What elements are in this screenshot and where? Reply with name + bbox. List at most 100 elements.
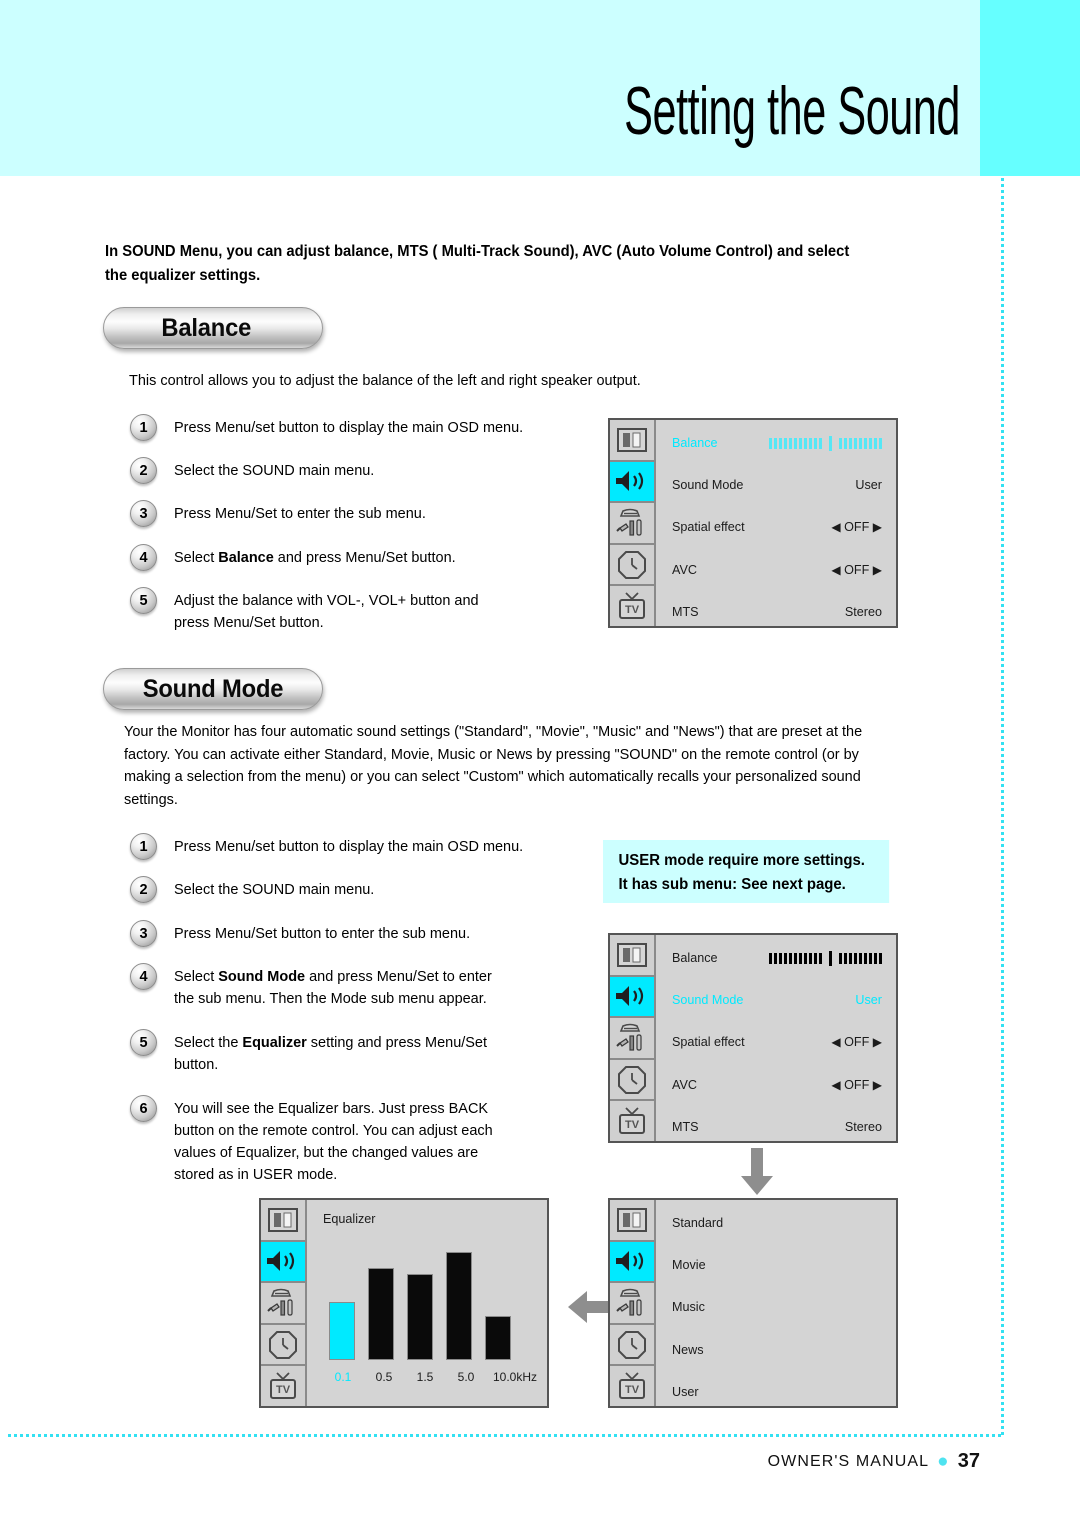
osd-menu-row[interactable]: Sound Mode User (656, 472, 896, 498)
clock-icon[interactable] (610, 544, 654, 587)
step-number: 3 (130, 500, 157, 527)
osd-menu-row[interactable]: Sound Mode User (656, 987, 896, 1013)
osd-mode-item[interactable]: News (656, 1337, 896, 1363)
osd-row-label: Balance (672, 436, 718, 450)
step-item: 4 Select Sound Mode and press Menu/Set t… (130, 962, 600, 1010)
osd-row-value: Stereo (844, 1120, 882, 1134)
osd-row-label: MTS (672, 605, 699, 619)
speaker-icon[interactable] (610, 461, 654, 504)
osd-menu-row[interactable]: Spatial effect ◀ OFF ▶ (656, 514, 896, 540)
osd-menu-equalizer[interactable]: TV Equalizer 0.1 0.5 1.5 5.0 10.0kHz (259, 1198, 549, 1408)
speaker-icon[interactable] (261, 1241, 305, 1284)
balance-meter[interactable] (769, 435, 882, 451)
page-border-horizontal (8, 1434, 1004, 1437)
tools-icon[interactable] (261, 1283, 305, 1325)
picture-icon[interactable] (261, 1200, 305, 1242)
equalizer-band-label: 1.5 (416, 1370, 434, 1384)
tools-icon[interactable] (610, 1018, 654, 1060)
step-text: Press Menu/set button to display the mai… (174, 838, 524, 855)
note-line-2: It has sub menu: See next page. (618, 876, 846, 893)
right-arrow-icon[interactable]: ▶ (873, 520, 882, 534)
equalizer-band[interactable] (329, 1302, 355, 1360)
svg-text:TV: TV (276, 1384, 291, 1396)
clock-icon[interactable] (261, 1324, 305, 1367)
osd-mode-item-label: News (672, 1343, 704, 1357)
osd-icon-column: TV (610, 1200, 656, 1406)
right-arrow-icon[interactable]: ▶ (873, 1078, 882, 1092)
osd-mode-item[interactable]: Standard (656, 1210, 896, 1236)
picture-icon[interactable] (610, 935, 654, 977)
section-title-balance: Balance (103, 307, 323, 349)
equalizer-bar[interactable] (485, 1316, 511, 1360)
osd-menu-row[interactable]: Spatial effect ◀ OFF ▶ (656, 1029, 896, 1055)
left-arrow-icon[interactable]: ◀ (831, 563, 840, 577)
clock-icon[interactable] (610, 1324, 654, 1367)
step-number: 3 (130, 920, 157, 947)
right-arrow-icon[interactable]: ▶ (873, 1035, 882, 1049)
step-text: Select Sound Mode and press Menu/Set to … (174, 968, 492, 1007)
osd-menu-sound-mode[interactable]: TV Balance Sound Mode User Spatial effect ◀ … (608, 933, 898, 1143)
picture-icon[interactable] (610, 1200, 654, 1242)
tools-icon[interactable] (610, 503, 654, 545)
tv-icon[interactable]: TV (610, 586, 654, 626)
osd-mode-item-label: Movie (672, 1258, 706, 1272)
osd-row-value (769, 435, 882, 451)
step-item: 3 Press Menu/Set to enter the sub menu. (130, 499, 590, 527)
speaker-icon[interactable] (610, 1241, 654, 1284)
osd-menu-row[interactable]: MTS Stereo (656, 599, 896, 625)
step-number: 2 (130, 457, 157, 484)
osd-menu-row[interactable]: MTS Stereo (656, 1114, 896, 1140)
left-arrow-icon[interactable]: ◀ (831, 520, 840, 534)
balance-meter[interactable] (769, 950, 882, 966)
step-item: 3 Press Menu/Set button to enter the sub… (130, 919, 590, 947)
picture-icon[interactable] (610, 420, 654, 462)
equalizer-band-label: 5.0 (457, 1370, 475, 1384)
step-number: 1 (130, 833, 157, 860)
step-item: 5 Adjust the balance with VOL-, VOL+ but… (130, 586, 590, 634)
equalizer-bars[interactable] (329, 1250, 511, 1360)
osd-icon-column: TV (261, 1200, 307, 1406)
intro-paragraph: In SOUND Menu, you can adjust balance, M… (105, 243, 850, 284)
step-text: Select the Equalizer setting and press M… (174, 1034, 488, 1073)
osd-mode-item-label: User (672, 1385, 699, 1399)
equalizer-bar[interactable] (329, 1302, 355, 1360)
osd-row-value: User (855, 993, 882, 1007)
step-item: 6 You will see the Equalizer bars. Just … (130, 1094, 600, 1186)
clock-icon[interactable] (610, 1059, 654, 1102)
right-arrow-icon[interactable]: ▶ (873, 563, 882, 577)
equalizer-bar[interactable] (446, 1252, 472, 1360)
equalizer-band[interactable] (407, 1274, 433, 1360)
section-title-sound-mode-label: Sound Mode (142, 674, 284, 703)
osd-mode-item[interactable]: Movie (656, 1252, 896, 1278)
equalizer-bar[interactable] (368, 1268, 394, 1360)
osd-menu-row[interactable]: AVC ◀ OFF ▶ (656, 1072, 896, 1098)
osd-menu-row[interactable]: Balance (656, 430, 896, 456)
speaker-icon[interactable] (610, 976, 654, 1019)
osd-row-label: Spatial effect (672, 520, 745, 534)
step-text: Select the SOUND main menu. (174, 881, 375, 898)
section-title-balance-label: Balance (161, 313, 252, 342)
tv-icon[interactable]: TV (261, 1366, 305, 1406)
step-number: 5 (130, 587, 157, 614)
tools-icon[interactable] (610, 1283, 654, 1325)
osd-row-label: AVC (672, 1078, 697, 1092)
osd-menu-row[interactable]: AVC ◀ OFF ▶ (656, 557, 896, 583)
osd-mode-item[interactable]: User (656, 1379, 896, 1405)
step-number: 4 (130, 544, 157, 571)
page-title: Setting the Sound (624, 74, 960, 150)
tv-icon[interactable]: TV (610, 1101, 654, 1141)
osd-mode-item[interactable]: Music (656, 1294, 896, 1320)
osd-menu-balance[interactable]: TV Balance Sound Mode User Spatial effect ◀ … (608, 418, 898, 628)
equalizer-band[interactable] (446, 1252, 472, 1360)
osd-menu-mode-list[interactable]: TV Standard Movie Music News User (608, 1198, 898, 1408)
osd-row-label: Sound Mode (672, 478, 744, 492)
equalizer-bar[interactable] (407, 1274, 433, 1360)
section-title-sound-mode: Sound Mode (103, 668, 323, 710)
left-arrow-icon[interactable]: ◀ (831, 1035, 840, 1049)
equalizer-band[interactable] (485, 1316, 511, 1360)
equalizer-band[interactable] (368, 1268, 394, 1360)
osd-menu-row[interactable]: Balance (656, 945, 896, 971)
page-footer: OWNER'S MANUAL ● 37 (767, 1450, 980, 1472)
left-arrow-icon[interactable]: ◀ (831, 1078, 840, 1092)
tv-icon[interactable]: TV (610, 1366, 654, 1406)
